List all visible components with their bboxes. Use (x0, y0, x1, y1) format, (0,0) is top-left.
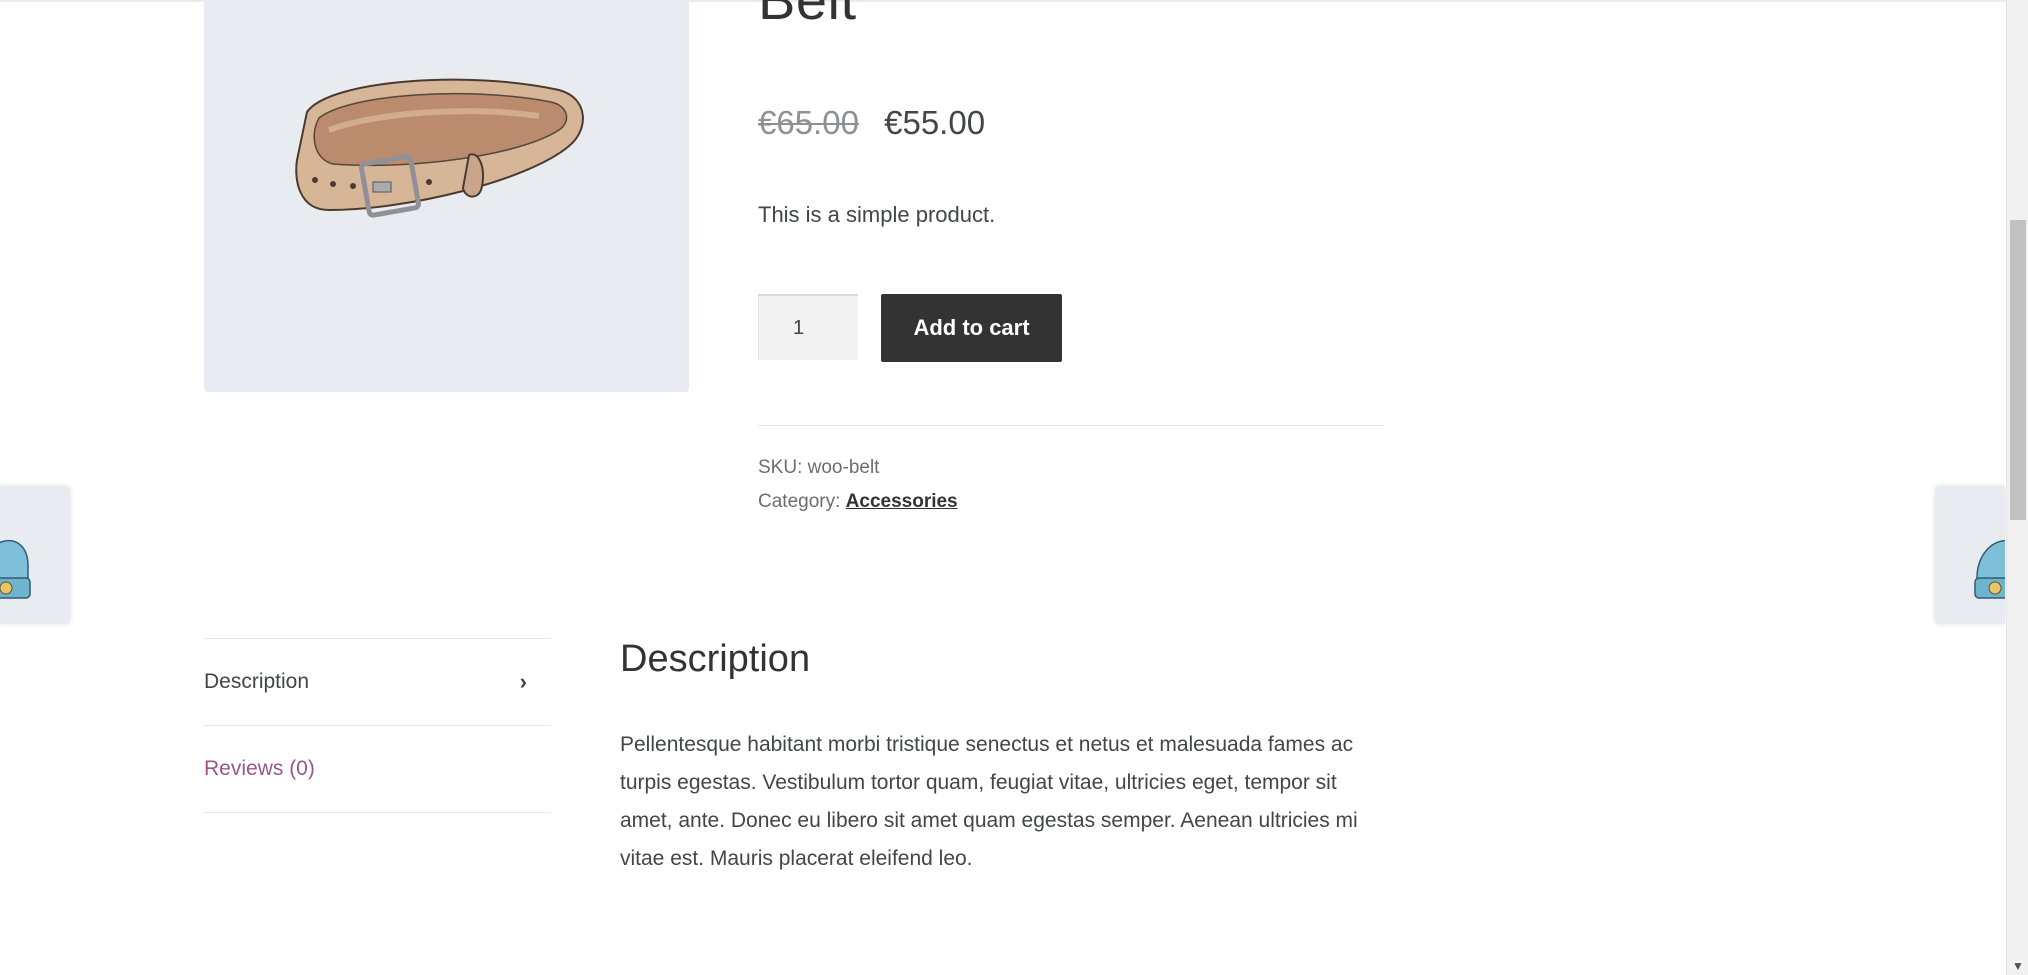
description-body: Pellentesque habitant morbi tristique se… (620, 733, 1358, 870)
description-heading: Description (620, 638, 811, 680)
scrollbar-thumb[interactable] (2010, 220, 2026, 520)
short-description: This is a simple product. (758, 202, 996, 227)
tab-description-label: Description (204, 670, 310, 693)
category-label: Category: (758, 491, 841, 512)
page: Belt €65.00 €55.00 This is a simple prod… (0, 0, 2028, 975)
sku-row: SKU: woo-belt (758, 451, 958, 485)
sale-price: €55.00 (884, 104, 986, 141)
beanie-thumbnail-icon (0, 539, 31, 599)
quantity-input[interactable] (758, 294, 858, 360)
product-tabs: Description › Reviews (0) (204, 638, 551, 813)
vertical-scrollbar[interactable]: ▼ (2006, 0, 2028, 975)
product-image[interactable] (204, 0, 689, 392)
sku-label: SKU: (758, 457, 803, 478)
category-row: Category: Accessories (758, 485, 958, 519)
next-product-link[interactable] (1935, 486, 2005, 624)
sku-value: woo-belt (807, 457, 880, 478)
beanie-thumbnail-icon (1974, 540, 2005, 599)
belt-image (295, 78, 584, 218)
regular-price: €65.00 (758, 104, 859, 141)
product-meta: SKU: woo-belt Category: Accessories (758, 451, 958, 519)
add-to-cart-button[interactable]: Add to cart (881, 294, 1062, 362)
arrow-down-icon[interactable]: ▼ (2012, 959, 2024, 973)
tab-reviews-label: Reviews (0) (204, 757, 315, 780)
product-price: €65.00 €55.00 (758, 104, 985, 142)
chevron-right-icon: › (519, 669, 527, 694)
meta-divider (758, 425, 1384, 426)
tab-description[interactable]: Description › (204, 639, 551, 726)
previous-product-link[interactable] (0, 486, 70, 624)
tab-reviews[interactable]: Reviews (0) (204, 726, 551, 813)
product-title: Belt (758, 0, 857, 28)
category-link[interactable]: Accessories (846, 491, 958, 512)
